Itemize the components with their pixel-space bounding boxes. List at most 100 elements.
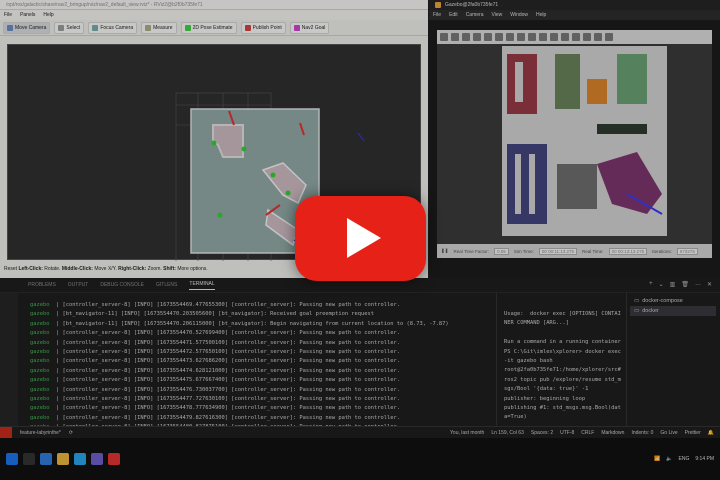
git-branch[interactable]: feature-labyrinthe* xyxy=(20,430,61,436)
language-indicator[interactable]: ENG xyxy=(679,456,690,462)
reset-button[interactable]: Reset xyxy=(4,266,17,272)
chevron-down-icon[interactable]: ⌄ xyxy=(659,281,664,288)
rviz-menu-panels[interactable]: Panels xyxy=(20,12,35,18)
prettier-status[interactable]: Prettier xyxy=(685,430,701,436)
log-source: gazebo xyxy=(30,349,56,356)
rviz-menu-file[interactable]: File xyxy=(4,12,12,18)
indents-status[interactable]: Indents: 0 xyxy=(631,430,653,436)
point-icon xyxy=(244,24,251,31)
gazebo-menu-edit[interactable]: Edit xyxy=(449,12,458,18)
pose-arrow-icon xyxy=(184,24,191,31)
terminal-line: gazebo | [controller_server-8] [INFO] [1… xyxy=(30,339,490,348)
play-icon xyxy=(347,218,381,258)
remote-indicator-icon[interactable] xyxy=(0,426,12,439)
focus-camera-button[interactable]: Focus Camera xyxy=(88,21,138,34)
tab-terminal[interactable]: TERMINAL xyxy=(189,281,215,290)
snap-icon[interactable] xyxy=(583,33,591,41)
cylinder-shape-icon[interactable] xyxy=(528,33,536,41)
go-live-button[interactable]: Go Live xyxy=(660,430,677,436)
log-source: gazebo xyxy=(30,320,56,327)
scale-icon[interactable] xyxy=(473,33,481,41)
gazebo-3d-scene[interactable] xyxy=(437,44,712,244)
log-message: | [controller_server-8] [INFO] [16735544… xyxy=(55,302,400,308)
copy-icon[interactable] xyxy=(550,33,558,41)
align-icon[interactable] xyxy=(572,33,580,41)
pose-estimate-button[interactable]: 2D Pose Estimate xyxy=(180,21,237,34)
box-shape-icon[interactable] xyxy=(506,33,514,41)
terminal-line: gazebo | [controller_server-8] [INFO] [1… xyxy=(30,395,490,404)
activity-bar xyxy=(0,293,18,426)
gazebo-menu-camera[interactable]: Camera xyxy=(466,12,484,18)
network-icon[interactable]: 📶 xyxy=(654,456,660,462)
select-icon xyxy=(58,24,65,31)
rviz-toolbar: Move Camera Select Focus Camera Measure … xyxy=(0,20,428,36)
start-icon[interactable] xyxy=(6,453,18,465)
select-button[interactable]: Select xyxy=(54,21,85,34)
gazebo-toolbar xyxy=(437,30,712,44)
close-icon[interactable]: ✕ xyxy=(707,281,712,288)
terminal-line: gazebo | [bt_navigator-11] [INFO] [16735… xyxy=(30,310,490,319)
bell-icon[interactable]: 🔔 xyxy=(708,430,714,436)
youtube-play-button[interactable] xyxy=(295,196,426,281)
teams-taskbar-icon[interactable] xyxy=(91,453,103,465)
language-mode[interactable]: Markdown xyxy=(601,430,624,436)
log-source: gazebo xyxy=(30,311,56,318)
tab-problems[interactable]: PROBLEMS xyxy=(28,282,56,288)
gazebo-menu-view[interactable]: View xyxy=(491,12,502,18)
pause-icon[interactable]: ❚❚ xyxy=(441,248,449,254)
more-icon[interactable]: … xyxy=(695,281,701,288)
redo-icon[interactable] xyxy=(495,33,503,41)
terminal-line: gazebo | [controller_server-8] [INFO] [1… xyxy=(30,367,490,376)
move-camera-button[interactable]: Move Camera xyxy=(3,21,51,34)
log-source: gazebo xyxy=(30,302,56,308)
indentation[interactable]: Spaces: 2 xyxy=(531,430,553,436)
new-terminal-icon[interactable]: + xyxy=(649,281,653,288)
vscode-taskbar-icon[interactable] xyxy=(40,453,52,465)
light-icon[interactable] xyxy=(539,33,547,41)
rviz-menubar: File Panels Help xyxy=(0,10,428,20)
undo-icon[interactable] xyxy=(484,33,492,41)
cursor-position[interactable]: Ln 159, Col 63 xyxy=(491,430,524,436)
encoding[interactable]: UTF-8 xyxy=(560,430,574,436)
trash-icon[interactable]: 🗑 xyxy=(681,281,689,288)
tab-gitlens[interactable]: GITLENS xyxy=(156,282,177,288)
git-blame[interactable]: You, last month xyxy=(450,430,484,436)
volume-icon[interactable]: 🔈 xyxy=(666,456,672,462)
search-icon[interactable] xyxy=(23,453,35,465)
gazebo-menu-window[interactable]: Window xyxy=(510,12,528,18)
sessions-divider[interactable] xyxy=(626,293,627,426)
rotate-icon[interactable] xyxy=(462,33,470,41)
sphere-shape-icon[interactable] xyxy=(517,33,525,41)
tab-debug-console[interactable]: DEBUG CONSOLE xyxy=(100,282,144,288)
select-mode-icon[interactable] xyxy=(440,33,448,41)
measure-button[interactable]: Measure xyxy=(141,21,177,34)
gazebo-menu-help[interactable]: Help xyxy=(536,12,546,18)
focus-camera-icon xyxy=(92,24,99,31)
gazebo-menu-file[interactable]: File xyxy=(433,12,441,18)
gazebo-window: Gazebo@2fa0b735fe71 File Edit Camera Vie… xyxy=(429,0,720,278)
docker-taskbar-icon[interactable] xyxy=(74,453,86,465)
screenshot-icon[interactable] xyxy=(594,33,602,41)
sim-time-value: 00 00:11:13.275 xyxy=(538,247,578,255)
record-icon[interactable] xyxy=(605,33,613,41)
sync-icon[interactable]: ⟳ xyxy=(69,430,73,436)
explorer-taskbar-icon[interactable] xyxy=(57,453,69,465)
split-terminal-icon[interactable]: ▥ xyxy=(670,281,676,288)
nav2-goal-button[interactable]: Nav2 Goal xyxy=(289,21,330,34)
terminal-split-divider[interactable] xyxy=(496,293,497,426)
rviz-menu-help[interactable]: Help xyxy=(43,12,53,18)
publish-point-button[interactable]: Publish Point xyxy=(240,21,286,34)
session-docker[interactable]: ▭ docker xyxy=(630,306,716,316)
session-docker-compose[interactable]: ▭ docker-compose xyxy=(630,296,716,306)
translate-icon[interactable] xyxy=(451,33,459,41)
log-message: | [controller_server-8] [INFO] [16735544… xyxy=(55,358,400,365)
gazebo-logo-icon xyxy=(435,2,441,8)
log-message: | [controller_server-8] [INFO] [16735544… xyxy=(55,386,400,393)
tab-output[interactable]: OUTPUT xyxy=(68,282,89,288)
line-endings[interactable]: CRLF xyxy=(581,430,594,436)
panel-actions: + ⌄ ▥ 🗑 … ✕ xyxy=(649,281,712,288)
clock[interactable]: 9:14 PM xyxy=(695,456,714,462)
paste-icon[interactable] xyxy=(561,33,569,41)
terminal-docker-output[interactable]: Usage: docker exec [OPTIONS] CONTAINER C… xyxy=(504,310,622,442)
app-taskbar-icon[interactable] xyxy=(108,453,120,465)
